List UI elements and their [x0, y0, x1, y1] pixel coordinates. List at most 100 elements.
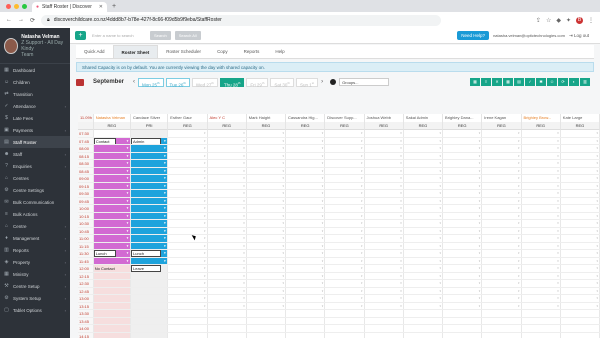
- roster-cell[interactable]: ▾: [247, 190, 287, 197]
- roster-cell[interactable]: ▾: [404, 145, 444, 152]
- dropdown-icon[interactable]: ▼: [163, 168, 166, 175]
- roster-cell[interactable]: ▾: [286, 167, 326, 174]
- toolbar-action-icon[interactable]: ✕: [492, 78, 502, 86]
- dropdown-icon[interactable]: ▾: [479, 153, 481, 160]
- roster-cell[interactable]: [93, 302, 132, 309]
- dropdown-icon[interactable]: ▾: [518, 250, 520, 257]
- roster-cell[interactable]: ▾: [365, 250, 404, 257]
- roster-cell[interactable]: [131, 332, 169, 338]
- dropdown-icon[interactable]: ▾: [322, 130, 324, 137]
- toolbar-action-icon[interactable]: ✱: [536, 78, 546, 86]
- roster-cell[interactable]: [168, 310, 208, 317]
- dropdown-icon[interactable]: ▾: [243, 280, 245, 287]
- roster-cell[interactable]: ▼: [131, 220, 169, 227]
- roster-cell[interactable]: ▾: [247, 280, 287, 287]
- dropdown-icon[interactable]: ▾: [322, 213, 324, 220]
- sidebar-item-bulk-communication[interactable]: ✉ Bulk Communication: [0, 196, 70, 208]
- roster-cell[interactable]: [93, 287, 132, 294]
- dropdown-icon[interactable]: ▼: [126, 250, 129, 257]
- dropdown-icon[interactable]: ▼: [163, 190, 166, 197]
- dropdown-icon[interactable]: ▾: [400, 205, 402, 212]
- dropdown-icon[interactable]: ▾: [597, 258, 599, 265]
- dropdown-icon[interactable]: ▾: [283, 303, 285, 310]
- roster-cell[interactable]: [286, 332, 326, 338]
- dropdown-icon[interactable]: ▾: [479, 160, 481, 167]
- roster-cell[interactable]: ▾: [443, 295, 483, 302]
- roster-cell[interactable]: ▾: [325, 212, 365, 219]
- dropdown-icon[interactable]: ▾: [243, 190, 245, 197]
- roster-cell[interactable]: ▾: [443, 242, 483, 249]
- dropdown-icon[interactable]: ▾: [440, 258, 442, 265]
- dropdown-icon[interactable]: ▾: [243, 220, 245, 227]
- roster-cell[interactable]: ▾: [404, 212, 444, 220]
- roster-cell[interactable]: ▾: [208, 152, 247, 159]
- roster-cell[interactable]: ▾: [168, 137, 208, 144]
- roster-cell[interactable]: ▼: [131, 167, 169, 175]
- roster-cell[interactable]: ▾: [286, 280, 326, 287]
- roster-cell[interactable]: ▾: [482, 212, 522, 219]
- dropdown-icon[interactable]: ▾: [243, 273, 245, 280]
- roster-cell[interactable]: ▾: [561, 227, 600, 234]
- dropdown-icon[interactable]: ▼: [126, 190, 129, 197]
- roster-cell[interactable]: ▾: [482, 242, 522, 249]
- dropdown-icon[interactable]: ▾: [283, 138, 285, 145]
- day-button[interactable]: Mon 25th: [138, 77, 164, 87]
- roster-cell[interactable]: ▾: [443, 160, 483, 167]
- roster-cell[interactable]: ▼: [131, 257, 169, 264]
- roster-cell[interactable]: ▾: [443, 182, 483, 189]
- staff-column-header[interactable]: Irene Kagan: [482, 114, 522, 122]
- roster-cell[interactable]: ▾: [168, 160, 208, 167]
- dropdown-icon[interactable]: ▾: [361, 250, 363, 257]
- roster-cell[interactable]: ▼: [131, 182, 169, 189]
- dropdown-icon[interactable]: ▾: [479, 138, 481, 145]
- roster-cell[interactable]: ▾: [561, 220, 600, 227]
- roster-cell[interactable]: ▾: [365, 205, 404, 212]
- dropdown-icon[interactable]: ▾: [204, 228, 206, 235]
- roster-cell[interactable]: [94, 130, 132, 137]
- staff-column-header[interactable]: Joshua Webb: [365, 114, 404, 122]
- roster-cell[interactable]: ▾: [365, 197, 404, 204]
- dropdown-icon[interactable]: ▾: [557, 243, 559, 250]
- dropdown-icon[interactable]: ▾: [283, 288, 285, 295]
- roster-cell[interactable]: ▾: [286, 152, 326, 159]
- dropdown-icon[interactable]: ▾: [400, 190, 402, 197]
- dropdown-icon[interactable]: ▾: [479, 280, 481, 287]
- roster-cell[interactable]: ▾: [404, 280, 444, 287]
- dropdown-icon[interactable]: ▾: [243, 175, 245, 182]
- roster-cell[interactable]: [482, 332, 522, 338]
- roster-cell[interactable]: ▾: [482, 220, 522, 227]
- dropdown-icon[interactable]: ▾: [283, 273, 285, 280]
- roster-cell[interactable]: ▾: [168, 205, 208, 212]
- roster-cell[interactable]: ▾: [365, 212, 404, 219]
- roster-cell[interactable]: ▾: [325, 130, 365, 137]
- roster-cell[interactable]: ▾: [208, 265, 247, 272]
- dropdown-icon[interactable]: ▾: [283, 205, 285, 212]
- dropdown-icon[interactable]: ▾: [557, 175, 559, 182]
- dropdown-icon[interactable]: ▾: [400, 273, 402, 280]
- roster-cell[interactable]: ▾: [561, 175, 600, 182]
- toolbar-action-icon[interactable]: ▥: [580, 78, 590, 86]
- roster-cell[interactable]: ▾: [482, 130, 522, 137]
- dropdown-icon[interactable]: ▾: [322, 228, 324, 235]
- roster-cell[interactable]: ▼: [93, 227, 132, 234]
- day-button[interactable]: Thu 28th: [219, 77, 245, 87]
- dropdown-icon[interactable]: ▾: [243, 138, 245, 145]
- roster-cell[interactable]: ▾: [482, 265, 522, 272]
- back-icon[interactable]: ←: [6, 17, 12, 23]
- dropdown-icon[interactable]: ▾: [440, 213, 442, 220]
- roster-cell[interactable]: ▾: [522, 250, 561, 257]
- dropdown-icon[interactable]: ▾: [283, 243, 285, 250]
- roster-cell[interactable]: ▾: [247, 287, 287, 295]
- roster-cell[interactable]: ▾: [404, 152, 444, 159]
- roster-cell[interactable]: ▾: [208, 235, 247, 242]
- dropdown-icon[interactable]: ▾: [361, 183, 363, 190]
- profile-avatar[interactable]: B: [576, 16, 583, 24]
- dropdown-icon[interactable]: ▾: [518, 303, 520, 310]
- dropdown-icon[interactable]: ▾: [283, 280, 285, 287]
- dropdown-icon[interactable]: ▾: [557, 303, 559, 310]
- search-all-button[interactable]: Search All: [174, 31, 201, 40]
- roster-cell[interactable]: ▾: [443, 220, 483, 227]
- roster-cell[interactable]: ▾: [208, 145, 247, 152]
- dropdown-icon[interactable]: ▾: [361, 168, 363, 175]
- dropdown-icon[interactable]: ▾: [400, 168, 402, 175]
